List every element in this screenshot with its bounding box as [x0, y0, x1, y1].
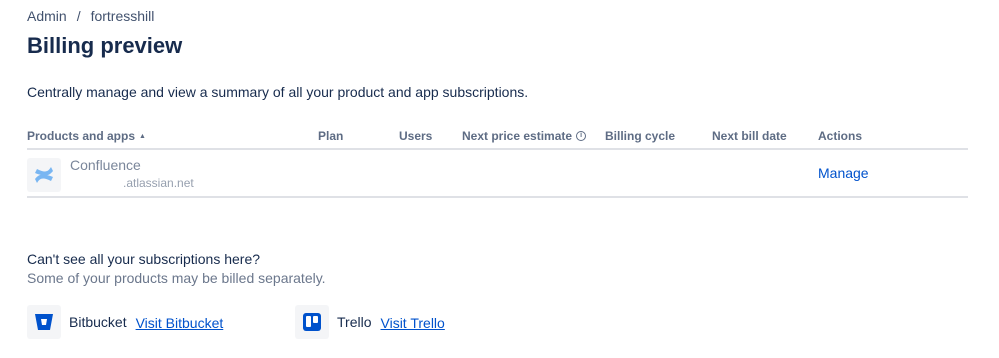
column-header-users: Users [399, 129, 432, 143]
breadcrumb-separator: / [76, 8, 81, 24]
column-header-next-price-estimate: Next price estimate i [462, 129, 587, 143]
breadcrumb-site[interactable]: fortresshill [91, 8, 155, 24]
page-description: Centrally manage and view a summary of a… [27, 84, 529, 100]
product-name: Confluence [70, 157, 141, 173]
column-label-actions: Actions [818, 129, 863, 143]
confluence-icon [27, 158, 61, 192]
column-label-users: Users [399, 129, 433, 143]
column-header-products[interactable]: Products and apps ▲ [27, 129, 146, 143]
other-product-trello: Trello Visit Trello [295, 305, 445, 339]
sort-ascending-icon[interactable]: ▲ [139, 133, 146, 140]
column-label-billing-cycle: Billing cycle [605, 129, 676, 143]
bitbucket-icon [27, 305, 61, 339]
column-header-billing-cycle: Billing cycle [605, 129, 675, 143]
trello-name: Trello [337, 314, 372, 330]
table-row: Confluence .atlassian.net Manage [27, 150, 968, 198]
visit-trello-link[interactable]: Visit Trello [381, 315, 445, 331]
column-label-next-bill-date: Next bill date [712, 129, 787, 143]
visit-bitbucket-link[interactable]: Visit Bitbucket [136, 315, 224, 331]
bitbucket-name: Bitbucket [69, 314, 127, 330]
product-site-url: .atlassian.net [123, 176, 194, 190]
missing-subscriptions-title: Can't see all your subscriptions here? [27, 251, 261, 267]
column-label-plan: Plan [318, 129, 344, 143]
trello-icon [295, 305, 329, 339]
manage-link[interactable]: Manage [818, 165, 869, 181]
subscriptions-table: Products and apps ▲ Plan Users Next pric… [27, 126, 968, 198]
breadcrumb-admin[interactable]: Admin [27, 8, 67, 24]
missing-subscriptions-subtitle: Some of your products may be billed sepa… [27, 270, 326, 286]
column-header-actions: Actions [818, 129, 862, 143]
info-icon[interactable]: i [576, 131, 587, 141]
table-header: Products and apps ▲ Plan Users Next pric… [27, 126, 968, 150]
column-header-plan: Plan [318, 129, 343, 143]
other-product-bitbucket: Bitbucket Visit Bitbucket [27, 305, 223, 339]
column-header-next-bill-date: Next bill date [712, 129, 787, 143]
column-label-next-price-estimate: Next price estimate [462, 129, 573, 143]
page-title: Billing preview [27, 33, 183, 58]
breadcrumb: Admin / fortresshill [27, 8, 154, 24]
column-label-products: Products and apps [27, 129, 136, 143]
